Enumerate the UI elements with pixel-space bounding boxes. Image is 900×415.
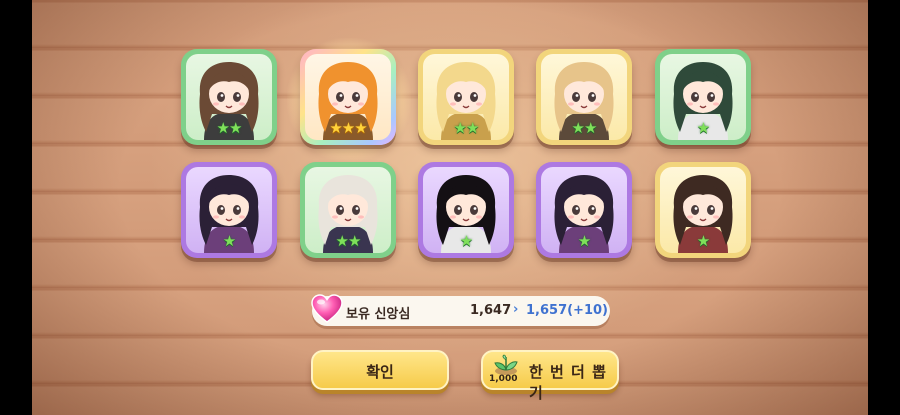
faith-currency-bar: 보유 신앙심 1,647 › 1,657(+10) [311,294,610,326]
star-icon: ★ [696,232,710,250]
star-rating: ★ [660,234,746,249]
currency-current: 1,647 [470,303,512,318]
star-icon: ★ [222,232,236,250]
character-card[interactable]: ★ [655,49,751,145]
character-card[interactable]: ★ [655,162,751,258]
star-icon: ★ [216,119,230,137]
draw-again-cost: 1,000 [489,374,518,384]
star-rating: ★ [541,234,627,249]
character-card[interactable]: ★★ [536,49,632,145]
draw-again-label: 한 번 더 뽑기 [529,363,607,402]
currency-after: 1,657(+10) [526,303,608,318]
letterbox-right [868,0,900,415]
star-icon: ★ [584,119,597,137]
character-card-inner: ★★ [186,54,272,140]
star-icon: ★ [348,232,361,250]
star-rating: ★★★ [305,121,391,136]
character-card-inner: ★★ [541,54,627,140]
confirm-button-label: 확인 [366,363,394,381]
character-card[interactable]: ★★ [181,49,277,145]
star-icon: ★ [341,119,355,137]
character-card-inner: ★★ [305,167,391,253]
draw-again-button[interactable]: 1,000 한 번 더 뽑기 [481,350,619,402]
star-icon: ★ [453,119,467,137]
currency-label: 보유 신앙심 [346,307,411,322]
star-icon: ★ [459,232,473,250]
star-icon: ★ [229,119,242,137]
character-card-inner: ★ [541,167,627,253]
character-card-inner: ★ [423,167,509,253]
letterbox-left [0,0,32,415]
star-rating: ★ [186,234,272,249]
sprout-token-icon [494,354,518,375]
star-icon: ★ [466,119,479,137]
star-icon: ★ [577,232,591,250]
character-card-inner: ★ [660,167,746,253]
character-card-inner: ★★★ [305,54,391,140]
star-rating: ★★ [423,121,509,136]
star-rating: ★★ [305,234,391,249]
character-card[interactable]: ★★★ [300,49,396,145]
character-card[interactable]: ★★ [300,162,396,258]
character-card[interactable]: ★ [536,162,632,258]
star-icon: ★ [354,119,367,137]
confirm-button[interactable]: 확인 [311,350,449,390]
arrow-right-icon: › [513,302,519,317]
star-rating: ★★ [186,121,272,136]
character-card[interactable]: ★★ [418,49,514,145]
star-icon: ★ [335,232,349,250]
character-card-inner: ★★ [423,54,509,140]
character-card-inner: ★ [660,54,746,140]
star-rating: ★★ [541,121,627,136]
star-rating: ★ [660,121,746,136]
character-card[interactable]: ★ [418,162,514,258]
heart-gem-icon [311,294,343,323]
star-rating: ★ [423,234,509,249]
character-card-inner: ★ [186,167,272,253]
star-icon: ★ [696,119,710,137]
star-icon: ★ [329,119,342,137]
star-icon: ★ [571,119,585,137]
character-card[interactable]: ★ [181,162,277,258]
